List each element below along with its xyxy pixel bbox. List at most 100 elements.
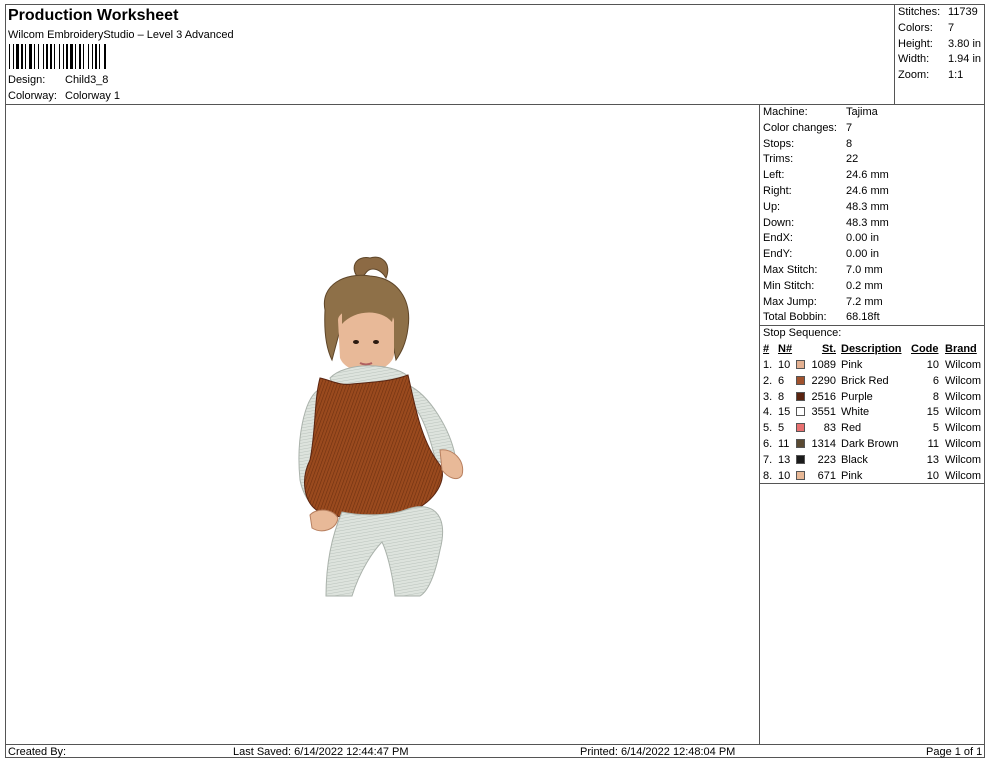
color-description: Black: [841, 453, 868, 466]
machine-info-label: Max Stitch:: [763, 264, 818, 276]
design-label: Design:: [8, 74, 46, 86]
last-saved-text: Last Saved: 6/14/2022 12:44:47 PM: [233, 746, 409, 758]
barcode: [9, 44, 106, 69]
machine-info-value: 7.0 mm: [846, 264, 883, 276]
color-code: 8: [932, 390, 939, 403]
colors-label: Colors:: [898, 22, 933, 34]
col-header-num: #: [763, 343, 770, 355]
thread-brand: Wilcom: [945, 469, 982, 482]
thread-brand: Wilcom: [945, 374, 982, 387]
machine-info-label: Stops:: [763, 137, 795, 150]
col-header-description: Description: [841, 343, 902, 355]
machine-info-value: 7.2 mm: [846, 295, 883, 308]
col-header-brand: Brand: [945, 343, 977, 355]
color-code: 15: [926, 406, 939, 419]
color-swatch: [796, 454, 805, 464]
col-header-st: St.: [821, 343, 836, 355]
thread-brand: Wilcom: [945, 359, 982, 371]
needle-number: 5: [778, 422, 785, 435]
needle-number: 15: [778, 406, 791, 419]
machine-info-value: 7: [846, 121, 853, 134]
width-value: 1.94 in: [948, 53, 982, 65]
machine-info-value: Tajima: [846, 106, 878, 118]
color-swatch: [796, 360, 805, 369]
needle-number: 10: [778, 469, 791, 482]
thread-brand: Wilcom: [945, 453, 982, 466]
side-panel-divider: [759, 104, 760, 744]
printed-text: Printed: 6/14/2022 12:48:04 PM: [580, 746, 736, 758]
color-code: 10: [926, 469, 939, 482]
color-code: 6: [932, 374, 939, 387]
needle-number: 8: [778, 390, 785, 403]
row-number: 5.: [763, 422, 773, 435]
row-number: 8.: [763, 469, 773, 482]
row-number: 7.: [763, 453, 773, 466]
color-swatch: [796, 391, 805, 401]
colorway-label: Colorway:: [8, 90, 57, 102]
machine-info-value: 24.6 mm: [846, 169, 889, 182]
color-description: Pink: [841, 469, 863, 482]
machine-info-label: Down:: [763, 216, 795, 229]
stitches-label: Stitches:: [898, 6, 941, 18]
color-code: 13: [926, 453, 939, 466]
color-swatch: [796, 470, 805, 480]
machine-info-label: Max Jump:: [763, 295, 817, 308]
color-description: Purple: [841, 390, 873, 403]
stitches-value: 11739: [948, 6, 978, 18]
color-swatch: [796, 375, 805, 385]
machine-info-label: Trims:: [763, 153, 794, 166]
color-description: Brick Red: [841, 374, 889, 387]
needle-number: 10: [778, 359, 791, 371]
row-number: 4.: [763, 406, 773, 419]
colors-value: 7: [948, 22, 955, 34]
col-header-n: N#: [778, 343, 793, 355]
row-number: 3.: [763, 390, 773, 403]
machine-info-label: Min Stitch:: [763, 279, 815, 292]
machine-info-value: 24.6 mm: [846, 185, 889, 197]
app-subtitle: Wilcom EmbroideryStudio – Level 3 Advanc…: [8, 29, 234, 41]
header-divider: [5, 104, 985, 105]
stitch-count: 1089: [811, 359, 836, 371]
thread-brand: Wilcom: [945, 390, 982, 403]
machine-info-label: EndY:: [763, 248, 793, 261]
thread-brand: Wilcom: [945, 438, 982, 450]
color-swatch: [796, 407, 805, 417]
machine-info-label: Up:: [763, 200, 781, 213]
needle-number: 13: [778, 453, 791, 466]
stitch-count: 3551: [811, 406, 836, 419]
machine-info-value: 22: [846, 153, 859, 166]
footer-divider: [5, 744, 985, 745]
design-preview: [298, 256, 464, 597]
color-description: Red: [841, 422, 862, 435]
page-number: Page 1 of 1: [926, 746, 983, 758]
machine-info-label: Machine:: [763, 106, 808, 118]
color-swatch: [796, 439, 805, 448]
stitch-count: 223: [817, 453, 836, 466]
machine-info-label: Left:: [763, 169, 785, 182]
color-code: 10: [926, 359, 939, 371]
color-swatch: [796, 423, 805, 433]
thread-brand: Wilcom: [945, 422, 982, 435]
color-description: Pink: [841, 359, 863, 371]
machine-info-label: Right:: [763, 185, 792, 197]
colorway-value: Colorway 1: [65, 90, 121, 102]
machine-info-value: 0.2 mm: [846, 279, 883, 292]
stitch-count: 2290: [811, 374, 836, 387]
design-value: Child3_8: [65, 74, 109, 86]
stitch-count: 2516: [811, 390, 836, 403]
color-description: Dark Brown: [841, 438, 899, 450]
created-by-label: Created By:: [8, 746, 67, 758]
machine-info-value: 0.00 in: [846, 232, 880, 245]
height-value: 3.80 in: [948, 38, 982, 50]
width-label: Width:: [898, 53, 930, 65]
machine-info-value: 48.3 mm: [846, 200, 889, 213]
needle-number: 11: [778, 438, 790, 450]
col-header-code: Code: [911, 343, 939, 355]
color-code: 11: [927, 438, 939, 450]
height-label: Height:: [898, 38, 933, 50]
color-description: White: [841, 406, 870, 419]
zoom-label: Zoom:: [898, 69, 930, 81]
machine-info-value: 68.18ft: [846, 311, 880, 324]
summary-divider: [894, 4, 895, 104]
stop-sequence-title: Stop Sequence:: [763, 327, 842, 339]
